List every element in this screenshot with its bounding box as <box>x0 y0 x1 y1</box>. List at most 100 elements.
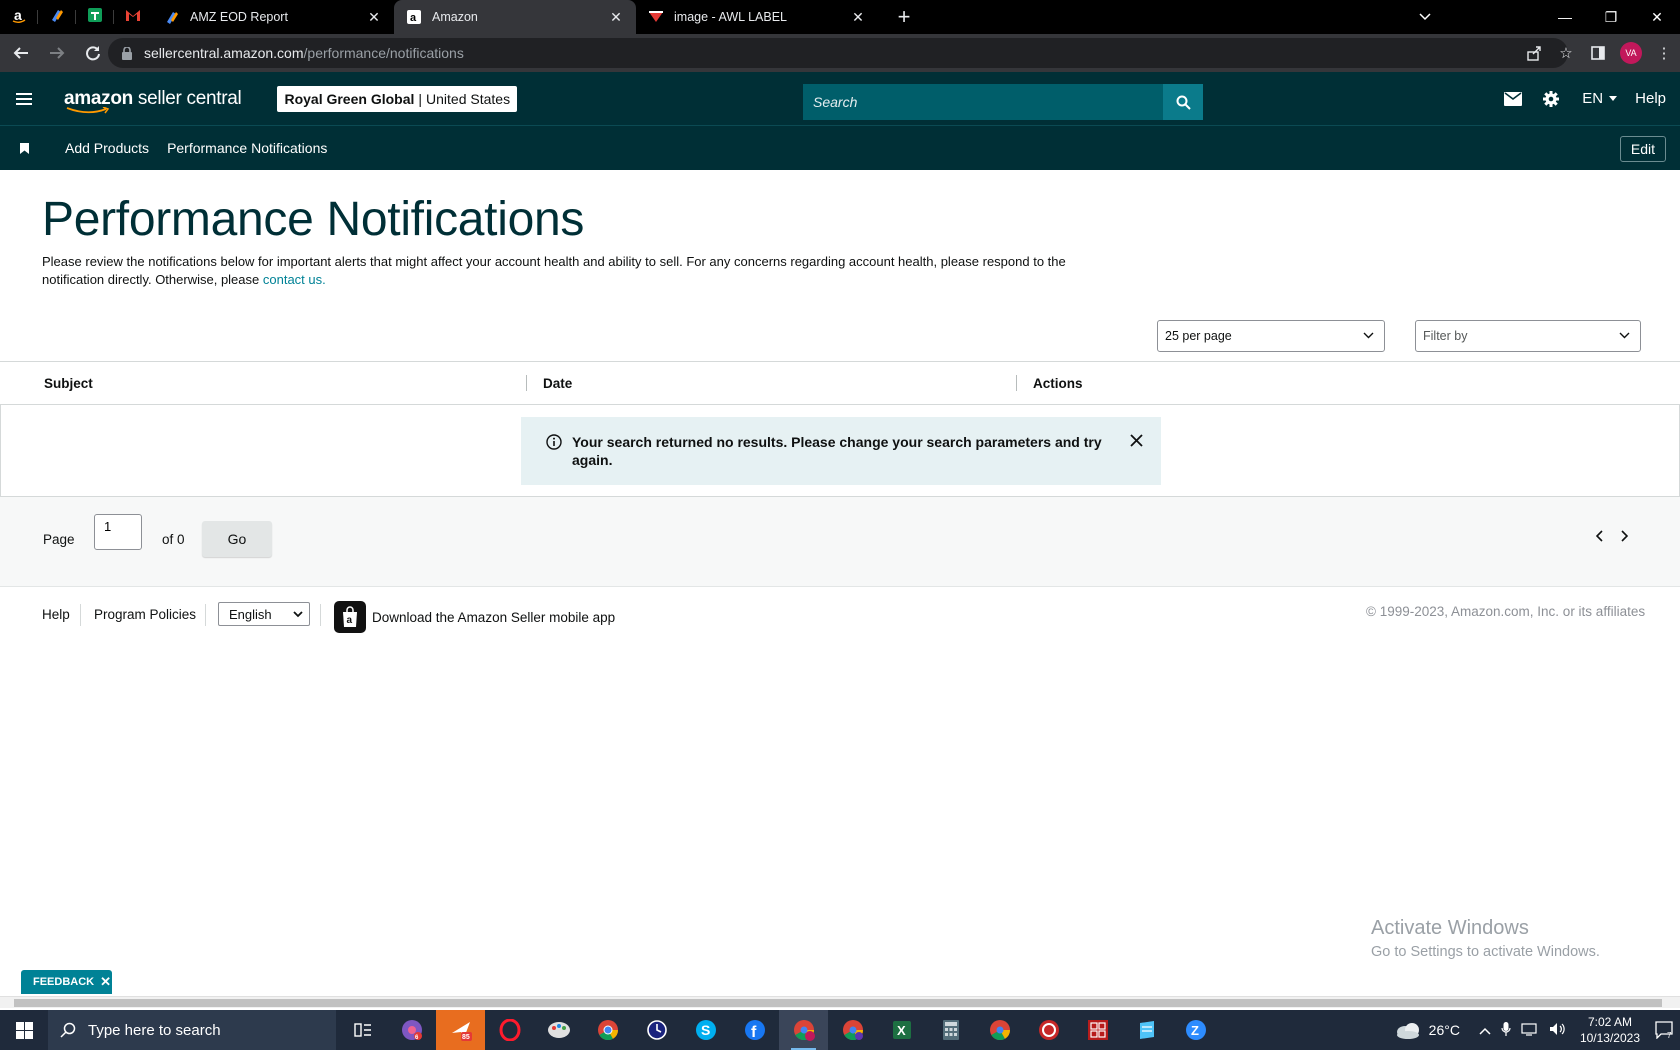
url-path: /performance/notifications <box>303 45 464 61</box>
address-bar[interactable]: sellercentral.amazon.com/performance/not… <box>108 38 1568 68</box>
excel-icon[interactable]: X <box>877 1010 926 1050</box>
watermark-title: Activate Windows <box>1371 917 1529 939</box>
notification-center-icon[interactable]: 7 <box>1650 1021 1680 1039</box>
minimize-button[interactable]: — <box>1542 0 1588 34</box>
side-panel-icon[interactable] <box>1582 46 1614 60</box>
feedback-label: FEEDBACK <box>33 976 95 988</box>
close-icon[interactable] <box>1130 434 1143 447</box>
footer-help-link[interactable]: Help <box>42 607 70 622</box>
restore-button[interactable]: ❐ <box>1588 0 1634 34</box>
horizontal-scrollbar[interactable] <box>0 996 1680 1008</box>
back-button[interactable] <box>6 38 36 68</box>
browser-tab-active[interactable]: a Amazon ✕ <box>394 0 636 34</box>
amazon-a-icon: a <box>406 9 422 25</box>
page-number-input[interactable] <box>94 514 142 550</box>
taskbar-search[interactable]: Type here to search <box>48 1010 336 1050</box>
edit-bookmarks-button[interactable]: Edit <box>1619 136 1666 162</box>
column-subject[interactable]: Subject <box>44 362 93 404</box>
svg-text:S: S <box>701 1022 710 1038</box>
clock-date: 10/13/2023 <box>1579 1031 1640 1045</box>
help-link[interactable]: Help <box>1635 90 1666 107</box>
hamburger-menu-button[interactable] <box>0 72 48 125</box>
subnav-performance-notifications[interactable]: Performance Notifications <box>167 140 327 156</box>
volume-icon[interactable] <box>1549 1022 1567 1039</box>
tab-title: AMZ EOD Report <box>190 10 288 24</box>
seller-central-logo[interactable]: amazon seller central <box>64 88 242 113</box>
pinned-tab-zapier[interactable] <box>38 0 76 34</box>
settings-button[interactable] <box>1532 90 1570 108</box>
intro-body: Please review the notifications below fo… <box>42 254 1066 287</box>
chrome-profile-icon[interactable] <box>779 1010 828 1050</box>
subnav-add-products[interactable]: Add Products <box>65 140 149 156</box>
chrome-icon[interactable] <box>975 1010 1024 1050</box>
search-input[interactable] <box>803 84 1163 120</box>
windows-taskbar: Type here to search 6 85 S f X Z 26°C 7:… <box>0 1010 1680 1050</box>
facebook-icon[interactable]: f <box>730 1010 779 1050</box>
chromium-icon[interactable]: 6 <box>387 1010 436 1050</box>
go-button[interactable]: Go <box>202 521 272 557</box>
pinned-tab-amazon[interactable]: a <box>0 0 38 34</box>
skype-icon[interactable]: S <box>681 1010 730 1050</box>
chrome-icon[interactable] <box>583 1010 632 1050</box>
per-page-select[interactable]: 25 per page <box>1157 320 1385 352</box>
app-icon[interactable] <box>1024 1010 1073 1050</box>
footer-language-select[interactable]: English <box>218 602 310 626</box>
download-app-link[interactable]: a Download the Amazon Seller mobile app <box>334 601 615 633</box>
filter-by-select[interactable]: Filter by <box>1415 320 1641 352</box>
calculator-icon[interactable] <box>926 1010 975 1050</box>
close-tab-icon[interactable]: ✕ <box>850 9 866 26</box>
chevron-left-icon[interactable] <box>1596 530 1604 542</box>
taskbar-clock[interactable]: 7:02 AM 10/13/2023 <box>1580 1014 1640 1046</box>
svg-text:a: a <box>14 7 22 23</box>
grid-app-icon[interactable] <box>1073 1010 1122 1050</box>
paint-icon[interactable] <box>534 1010 583 1050</box>
close-tab-icon[interactable]: ✕ <box>366 9 382 26</box>
pinned-tab-gmail[interactable] <box>114 0 152 34</box>
account-name: Royal Green Global <box>284 90 415 107</box>
chevron-right-icon[interactable] <box>1620 530 1628 542</box>
start-button[interactable] <box>0 1010 48 1050</box>
account-switcher[interactable]: Royal Green Global | United States <box>277 85 518 112</box>
app-badge: 85 <box>462 1034 470 1041</box>
program-policies-link[interactable]: Program Policies <box>94 607 196 622</box>
browser-menu-icon[interactable]: ⋮ <box>1648 44 1680 62</box>
search-button[interactable] <box>1163 84 1203 120</box>
notepad-icon[interactable] <box>1122 1010 1171 1050</box>
filter-placeholder: Filter by <box>1423 329 1468 343</box>
intro-text: Please review the notifications below fo… <box>42 253 1122 289</box>
network-icon[interactable] <box>1521 1022 1539 1039</box>
close-tab-icon[interactable]: ✕ <box>608 9 624 26</box>
bookmark-star-icon[interactable]: ☆ <box>1550 44 1582 62</box>
profile-avatar[interactable]: VA <box>1620 42 1642 64</box>
forward-button[interactable] <box>42 38 72 68</box>
taskbar-apps: 6 85 S f X Z <box>338 1010 1220 1050</box>
copyright: © 1999-2023, Amazon.com, Inc. or its aff… <box>1366 604 1646 619</box>
microphone-icon[interactable] <box>1501 1021 1511 1040</box>
browser-tab[interactable]: image - AWL LABEL ✕ <box>636 0 878 34</box>
browser-tab[interactable]: AMZ EOD Report ✕ <box>152 0 394 34</box>
language-selector[interactable]: EN <box>1582 90 1618 107</box>
contact-us-link[interactable]: contact us. <box>263 272 326 287</box>
opera-icon[interactable] <box>485 1010 534 1050</box>
svg-text:a: a <box>410 12 417 24</box>
chevron-down-icon <box>293 611 303 618</box>
pinned-tab-sheets[interactable] <box>76 0 114 34</box>
clock-app-icon[interactable] <box>632 1010 681 1050</box>
bookmark-icon[interactable] <box>0 142 48 154</box>
mail-app-icon[interactable]: 85 <box>436 1010 485 1050</box>
new-tab-button[interactable]: + <box>892 6 916 28</box>
task-view-icon[interactable] <box>338 1010 387 1050</box>
scrollbar-thumb[interactable] <box>14 999 1662 1007</box>
feedback-button[interactable]: FEEDBACK ✕ <box>21 970 112 994</box>
column-date[interactable]: Date <box>543 362 572 404</box>
zoom-icon[interactable]: Z <box>1171 1010 1220 1050</box>
chevron-up-icon[interactable] <box>1479 1023 1491 1038</box>
close-icon[interactable]: ✕ <box>100 974 111 990</box>
share-icon[interactable] <box>1518 45 1550 61</box>
chrome-icon[interactable] <box>828 1010 877 1050</box>
tab-search-button[interactable] <box>1410 0 1440 34</box>
messages-button[interactable] <box>1494 91 1532 106</box>
weather-widget[interactable]: 26°C <box>1395 1021 1460 1039</box>
close-window-button[interactable]: ✕ <box>1634 0 1680 34</box>
reload-button[interactable] <box>78 38 108 68</box>
